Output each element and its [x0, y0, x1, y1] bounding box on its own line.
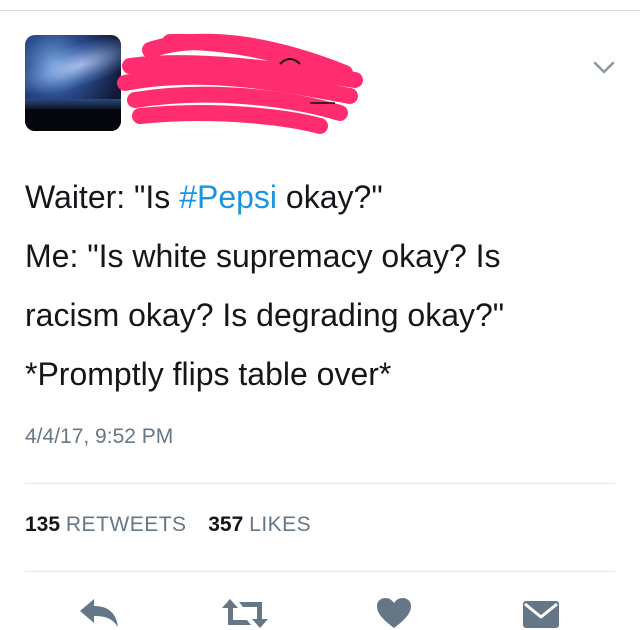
- retweets-label: RETWEETS: [65, 513, 187, 536]
- chevron-down-icon[interactable]: [592, 58, 616, 78]
- tweet-text-suffix: okay?": [277, 179, 383, 215]
- likes-count: 357: [208, 513, 244, 536]
- avatar-sky: [25, 35, 121, 105]
- tweet-line-3: racism okay? Is degrading okay?": [25, 297, 505, 333]
- avatar-water: [25, 99, 121, 109]
- retweet-icon[interactable]: [220, 597, 270, 630]
- divider-above-actions: [25, 571, 615, 572]
- retweets-count: 135: [25, 513, 61, 536]
- redacted-username: [117, 33, 363, 134]
- tweet-line-2: Me: "Is white supremacy okay? Is: [25, 238, 501, 274]
- avatar[interactable]: [25, 35, 121, 131]
- divider-above-stats: [25, 483, 615, 484]
- tweet-line-1: Waiter: "Is #Pepsi okay?": [25, 168, 625, 227]
- reply-icon[interactable]: [78, 597, 120, 630]
- top-divider: [0, 10, 640, 11]
- tweet-line-4: *Promptly flips table over*: [25, 356, 392, 392]
- tweet-text: Waiter: "Is #Pepsi okay?" Me: "Is white …: [25, 168, 625, 404]
- envelope-icon[interactable]: [522, 597, 560, 630]
- tweet-stats: 135 RETWEETS 357 LIKES: [25, 513, 311, 537]
- hashtag-link[interactable]: #Pepsi: [179, 179, 277, 215]
- tweet-timestamp: 4/4/17, 9:52 PM: [25, 425, 174, 448]
- retweets-stat[interactable]: 135 RETWEETS: [25, 513, 187, 536]
- likes-label: LIKES: [249, 513, 312, 536]
- likes-stat[interactable]: 357 LIKES: [208, 513, 311, 536]
- heart-icon[interactable]: [376, 597, 412, 630]
- avatar-horizon: [25, 109, 121, 131]
- tweet-text-prefix: Waiter: "Is: [25, 179, 180, 215]
